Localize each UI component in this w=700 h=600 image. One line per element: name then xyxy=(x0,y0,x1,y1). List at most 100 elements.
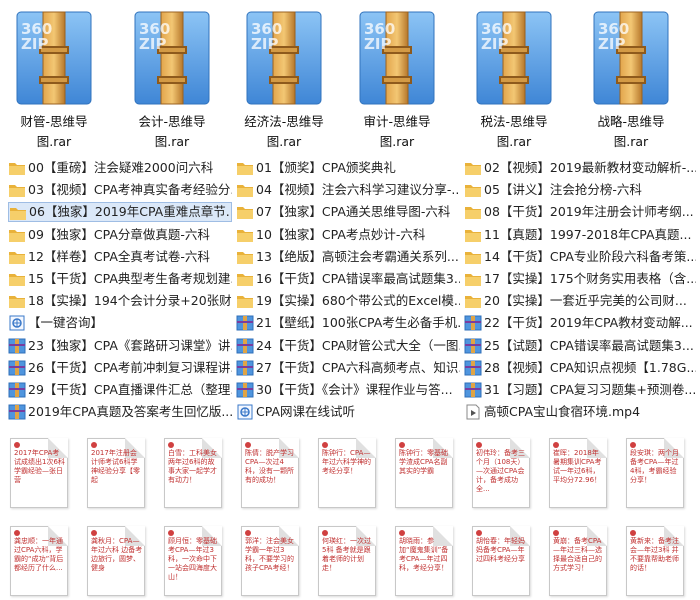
document-thumbnail[interactable]: 白雪：工科美女两年过6科的故事大家一起学才有动力！ xyxy=(160,438,224,510)
file-name: 28【视频】CPA知识点视频【1.78G... xyxy=(484,359,696,375)
archive-file-item[interactable]: 360 ZIP 审计-思维导图.rar xyxy=(347,6,447,156)
folder-icon xyxy=(464,227,482,243)
document-thumbnail[interactable]: 段安琪：两个月备考CPA—年过4科，考霸经验分享！ xyxy=(622,438,686,510)
folder-item[interactable]: 03【视频】CPA考神真实备考经验分... xyxy=(8,180,232,200)
document-badge-icon xyxy=(630,442,636,448)
document-thumbnail[interactable]: 胡晓雨：参加“魔鬼集训”备考CPA—年过四科，考经分享！ xyxy=(391,526,455,598)
document-title-text: 白雪：工科美女两年过6科的故事大家一起学才有动力！ xyxy=(168,449,217,484)
file-item[interactable]: 25【试题】CPA错误率最高试题集3... xyxy=(464,336,696,356)
folder-item[interactable]: 02【视频】2019最新教材变动解析-... xyxy=(464,158,696,178)
file-name: 20【实操】一套近乎完美的公司财... xyxy=(484,293,687,309)
file-item[interactable]: 30【干货】《会计》课程作业与答... xyxy=(236,380,460,400)
file-item[interactable]: 【一键咨询】 xyxy=(8,313,232,333)
document-thumbnail[interactable]: 胡怡春：年轻妈妈备考CPA—年过四科考经分享 xyxy=(468,526,532,598)
document-badge-icon xyxy=(91,530,97,536)
document-page-icon: 初伟玲：备考三个月（108天）—次通过CPA会计，备考成功全... xyxy=(472,438,530,508)
document-page-icon: 黄新来：备考注会—年过3科 并不要靠帮助老师的话！ xyxy=(626,526,684,596)
document-page-icon: 胡晓雨：参加“魔鬼集训”备考CPA—年过四科，考经分享！ xyxy=(395,526,453,596)
document-thumbnail[interactable]: 2017年注册会计师考试6科学神经验分享【零起 xyxy=(83,438,147,510)
file-item[interactable]: 2019年CPA真题及答案考生回忆版... xyxy=(8,402,232,422)
file-item[interactable]: 27【干货】CPA六科高频考点、知识... xyxy=(236,358,460,378)
document-thumbnail[interactable]: 郭洋：注会美女学霸一年过3科，不要学习的孩子CPA考经！ xyxy=(237,526,301,598)
rar-archive-icon: 360 ZIP xyxy=(15,8,93,108)
folder-item[interactable]: 04【视频】注会六科学习建议分享-... xyxy=(236,180,460,200)
document-thumbnail[interactable]: 顾月恒：零基础考CPA—年过3科，一次命中下一站会四海度大山！ xyxy=(160,526,224,598)
folder-icon xyxy=(236,204,254,220)
document-page-icon: 2017年注册会计师考试6科学神经验分享【零起 xyxy=(87,438,145,508)
document-thumbnail[interactable]: 何瑛红：一次过5科 备考就是跟着老师的计划走！ xyxy=(314,526,378,598)
file-item[interactable]: 26【干货】CPA考前冲刺复习课程讲... xyxy=(8,358,232,378)
folder-item[interactable]: 13【绝版】高顿注会考霸通关系列... xyxy=(236,247,460,267)
folder-item[interactable]: 09【独家】CPA分章做真题-六科 xyxy=(8,225,232,245)
folder-item[interactable]: 08【干货】2019年注册会计师考纲... xyxy=(464,202,696,222)
file-item[interactable]: 31【习题】CPA复习习题集+预测卷... xyxy=(464,380,696,400)
document-thumbnail[interactable]: 龚秋月：CPA—年过六科 边备考边旅行，圆梦、健身 xyxy=(83,526,147,598)
file-item[interactable]: 24【干货】CPA财管公式大全（一图... xyxy=(236,336,460,356)
folder-icon xyxy=(8,227,26,243)
folder-item[interactable]: 10【独家】CPA考点妙计-六科 xyxy=(236,225,460,245)
file-item[interactable]: 29【干货】CPA直播课件汇总（整理... xyxy=(8,380,232,400)
folder-item[interactable]: 15【干货】CPA典型考生备考规划建... xyxy=(8,269,232,289)
archive-icon xyxy=(8,338,26,354)
folder-item[interactable]: 01【颁奖】CPA颁奖典礼 xyxy=(236,158,460,178)
archive-icon xyxy=(236,315,254,331)
file-name: 22【干货】2019年CPA教材变动解... xyxy=(484,315,693,331)
file-item[interactable]: 23【独家】CPA《套路研习课堂》讲... xyxy=(8,336,232,356)
link-icon xyxy=(236,404,254,420)
document-thumbnail[interactable]: 陈钟行：零基础学渣成CPA名副其实的学霸 xyxy=(391,438,455,510)
folder-item[interactable]: 14【干货】CPA专业阶段六科备考策... xyxy=(464,247,696,267)
document-thumbnail[interactable]: 陈钟行：CPA—年过六科学神的考经分享！ xyxy=(314,438,378,510)
folder-icon xyxy=(8,271,26,287)
document-thumbnail[interactable]: 陈倩：脱产学习CPA—次过4科，没有一颗所有的成功！ xyxy=(237,438,301,510)
document-page-icon: 陈倩：脱产学习CPA—次过4科，没有一颗所有的成功！ xyxy=(241,438,299,508)
file-item[interactable]: 21【壁纸】100张CPA考生必备手机... xyxy=(236,313,460,333)
file-item[interactable]: CPA网课在线试听 xyxy=(236,402,460,422)
archive-file-item[interactable]: 360 ZIP 战略-思维导图.rar xyxy=(581,6,681,156)
archive-file-name: 税法-思维导图.rar xyxy=(480,114,548,149)
document-badge-icon xyxy=(168,530,174,536)
file-item[interactable]: 28【视频】CPA知识点视频【1.78G... xyxy=(464,358,696,378)
folder-icon xyxy=(464,249,482,265)
file-name: 10【独家】CPA考点妙计-六科 xyxy=(256,226,426,242)
folder-item[interactable]: 18【实操】194个会计分录+20张财... xyxy=(8,291,232,311)
document-thumbnail[interactable]: 黄新来：备考注会—年过3科 并不要靠帮助老师的话！ xyxy=(622,526,686,598)
file-name: 27【干货】CPA六科高频考点、知识... xyxy=(256,359,460,375)
document-page-icon: 陈钟行：CPA—年过六科学神的考经分享！ xyxy=(318,438,376,508)
document-thumbnail[interactable]: 崔晖：2018年暑期集训CPA考试一年过6科，平均分72.96！ xyxy=(545,438,609,510)
folder-item[interactable]: 11【真题】1997-2018年CPA真题... xyxy=(464,225,696,245)
file-item[interactable]: 22【干货】2019年CPA教材变动解... xyxy=(464,313,696,333)
folder-item[interactable]: 19【实操】680个带公式的Excel模... xyxy=(236,291,460,311)
file-name: 01【颁奖】CPA颁奖典礼 xyxy=(256,160,396,175)
folder-item[interactable]: 16【干货】CPA错误率最高试题集3... xyxy=(236,269,460,289)
folder-item[interactable]: 07【独家】CPA通关思维导图-六科 xyxy=(236,202,460,222)
document-badge-icon xyxy=(553,442,559,448)
link-icon xyxy=(8,315,26,331)
file-item[interactable]: 高顿CPA宝山食宿环境.mp4 xyxy=(464,402,696,422)
folder-item[interactable]: 00【重磅】注会疑难2000问六科 xyxy=(8,158,232,178)
archive-file-item[interactable]: 360 ZIP 会计-思维导图.rar xyxy=(122,6,222,156)
document-badge-icon xyxy=(14,442,20,448)
file-name: 23【独家】CPA《套路研习课堂》讲... xyxy=(28,337,232,353)
document-thumbnail[interactable]: 黄崩：备考CPA—年过三科—选择最合适自己的方式学习！ xyxy=(545,526,609,598)
document-title-text: 黄崩：备考CPA—年过三科—选择最合适自己的方式学习！ xyxy=(553,537,602,572)
document-title-text: 郭洋：注会美女学霸一年过3科，不要学习的孩子CPA考经！ xyxy=(245,537,294,572)
document-badge-icon xyxy=(168,442,174,448)
document-title-text: 2017年注册会计师考试6科学神经验分享【零起 xyxy=(91,449,140,484)
folder-icon xyxy=(236,227,254,243)
folder-item[interactable]: 05【讲义】注会抢分榜-六科 xyxy=(464,180,696,200)
document-page-icon: 陈钟行：零基础学渣成CPA名副其实的学霸 xyxy=(395,438,453,508)
archive-brand-text: 360 ZIP xyxy=(364,20,396,53)
folder-icon xyxy=(236,249,254,265)
archive-icon xyxy=(464,360,482,376)
folder-item[interactable]: 17【实操】175个财务实用表格（含... xyxy=(464,269,696,289)
document-thumbnail[interactable]: 龚忠顺：一年通过CPA六科，学霸的“成功”背后都经历了什么... xyxy=(6,526,70,598)
archive-file-item[interactable]: 360 ZIP 经济法-思维导图.rar xyxy=(234,6,334,156)
folder-item[interactable]: 06【独家】2019年CPA重难点章节... xyxy=(8,202,232,223)
document-thumbnail[interactable]: 2017年CPA考试成绩出1次6科学霸经验—张日营 xyxy=(6,438,70,510)
document-thumbnail[interactable]: 初伟玲：备考三个月（108天）—次通过CPA会计，备考成功全... xyxy=(468,438,532,510)
folder-item[interactable]: 12【样卷】CPA全真考试卷-六科 xyxy=(8,247,232,267)
folder-item[interactable]: 20【实操】一套近乎完美的公司财... xyxy=(464,291,696,311)
archive-file-item[interactable]: 360 ZIP 税法-思维导图.rar xyxy=(464,6,564,156)
file-name: 16【干货】CPA错误率最高试题集3... xyxy=(256,271,460,286)
archive-file-item[interactable]: 360 ZIP 财管-思维导图.rar xyxy=(4,6,104,156)
